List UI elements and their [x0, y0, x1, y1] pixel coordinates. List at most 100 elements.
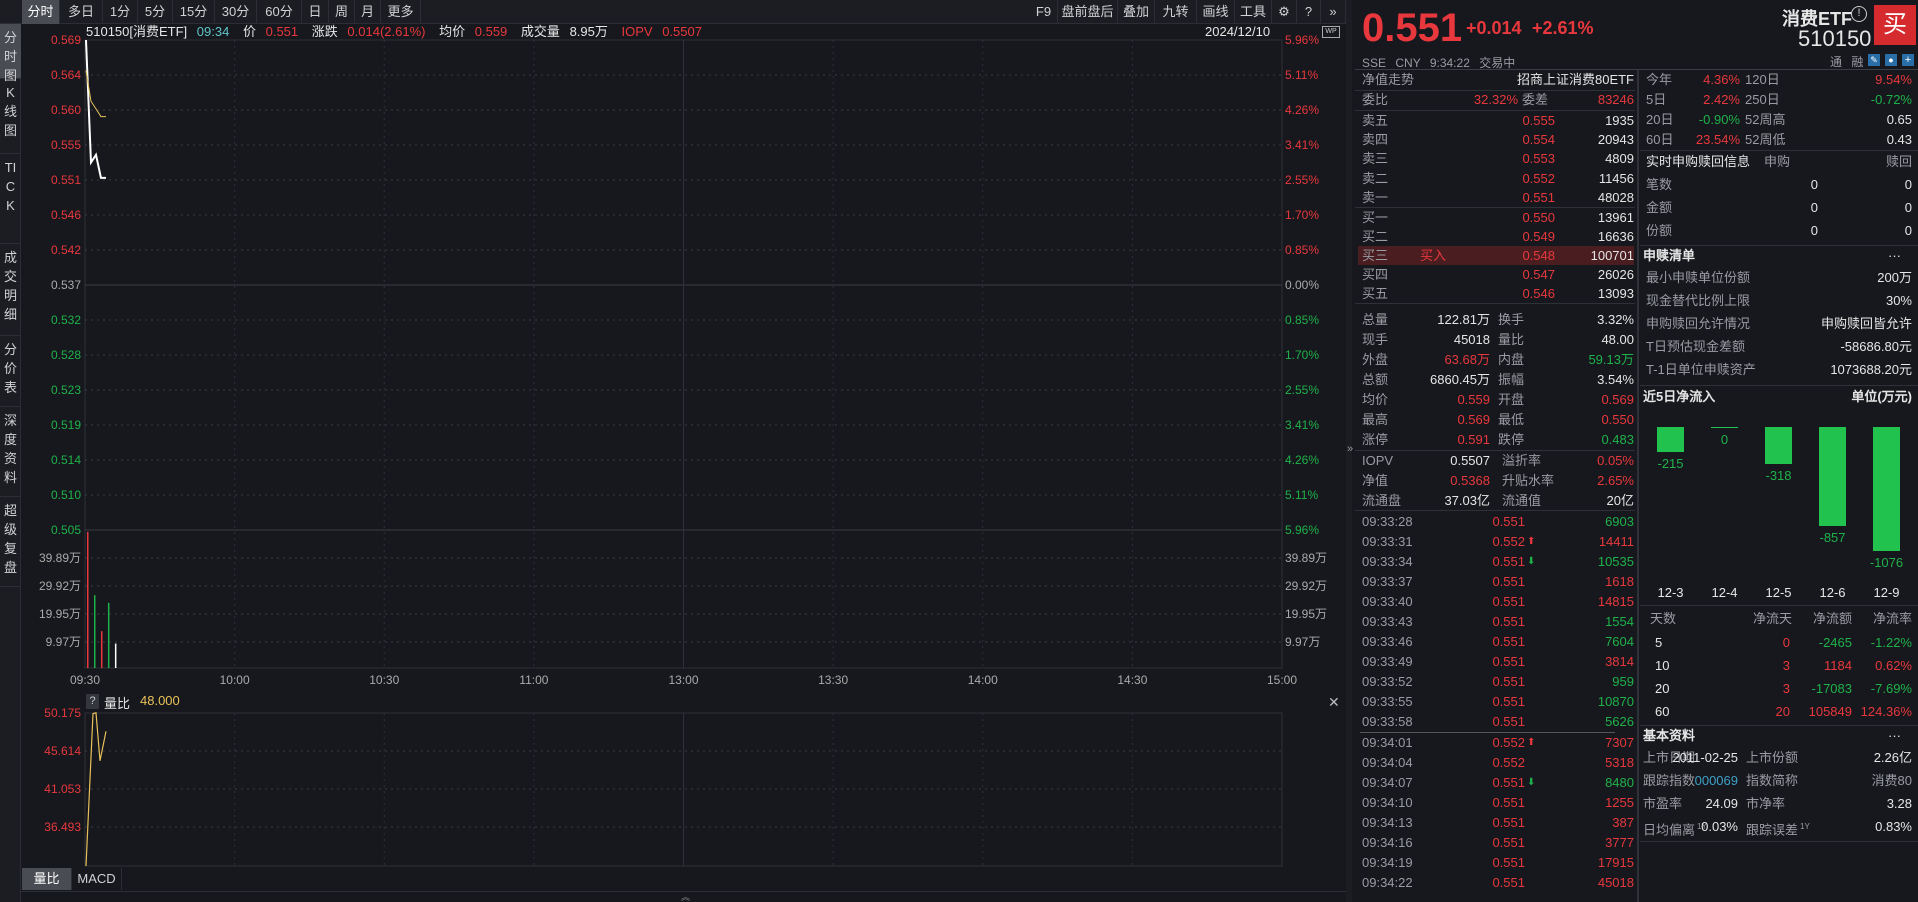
price-tick: 0.519 [51, 418, 81, 432]
return-value: 9.54% [1875, 72, 1912, 87]
etf-stat-value: 0.05% [1597, 453, 1634, 468]
tick-time: 09:34:22 [1362, 875, 1413, 890]
volume-tick: 39.89万 [39, 551, 81, 565]
buy-button[interactable]: 买 [1874, 5, 1916, 45]
more-button[interactable]: ··· [1888, 246, 1901, 266]
inflow-table-header: 天数 [1650, 611, 1677, 626]
volume-tick-right: 9.97万 [1285, 635, 1320, 649]
tag-tong: 通 [1830, 55, 1843, 69]
time-tick: 09:30 [70, 673, 100, 687]
price-tick: 0.564 [51, 68, 81, 82]
help-icon[interactable]: ? [86, 694, 99, 709]
net-inflow-title: 近5日净流入 [1643, 389, 1716, 404]
price-tick: 0.546 [51, 208, 81, 222]
ask-label: 卖二 [1362, 170, 1389, 186]
pct-tick: 3.41% [1285, 418, 1319, 432]
add-icon[interactable]: + [1902, 54, 1914, 66]
volume-tick-right: 39.89万 [1285, 551, 1327, 565]
tick-time: 09:33:52 [1362, 674, 1413, 689]
intraday-chart[interactable]: 0.569 5.96% 0.564 5.11% 0.560 4.26% 0.555 3.41%… [0, 0, 1350, 902]
bell-icon[interactable]: ● [1885, 54, 1897, 66]
tick-time: 09:33:55 [1362, 694, 1413, 709]
sr-list-value: 申购赎回皆允许 [1820, 316, 1912, 331]
tick-time: 09:34:16 [1362, 835, 1413, 850]
bid-label: 买一 [1362, 210, 1389, 225]
stat-value: 122.81万 [1437, 312, 1490, 327]
tick-volume: 5318 [1605, 755, 1634, 770]
price-tick: 0.542 [51, 243, 81, 257]
stat-value: 0.483 [1601, 432, 1634, 447]
tick-price: 0.551 [1492, 855, 1525, 870]
tick-time: 09:33:43 [1362, 614, 1413, 629]
stat-label: 外盘 [1362, 352, 1389, 367]
tick-price: 0.551 [1492, 795, 1525, 810]
return-label: 52周低 [1745, 132, 1786, 147]
etf-stat-value: 0.5507 [1450, 453, 1490, 468]
inflow-rate: 0.62% [1875, 658, 1912, 673]
bid-label: 买四 [1362, 267, 1389, 282]
inflow-date: 12-5 [1765, 585, 1792, 600]
pct-tick: 4.26% [1285, 103, 1319, 117]
sub-tab-1[interactable]: MACD [72, 868, 122, 890]
tick-price: 0.551 [1492, 554, 1525, 569]
ask-volume: 48028 [1597, 189, 1634, 205]
stat-value: 0.569 [1601, 392, 1634, 407]
price-tick: 0.528 [51, 348, 81, 362]
more-button[interactable]: ··· [1888, 726, 1901, 746]
volume-bar [114, 643, 117, 668]
tick-time: 09:33:49 [1362, 654, 1413, 669]
time-tick: 10:30 [369, 673, 399, 687]
sub-chart-title: 量比 [104, 696, 131, 711]
nav-trend-link: 净值走势 [1362, 72, 1415, 87]
tick-price: 0.551 [1492, 775, 1525, 790]
sr-list-label: 现金替代比例上限 [1646, 293, 1751, 308]
sub-tab-0[interactable]: 量比 [22, 868, 72, 890]
inflow-date: 12-4 [1711, 585, 1738, 600]
stat-label: 量比 [1498, 332, 1525, 347]
stat-label: 涨停 [1362, 432, 1389, 447]
basic-value: 0.03% [1701, 819, 1738, 834]
tick-price: 0.551 [1492, 674, 1525, 689]
sr-label: 份额 [1646, 223, 1673, 238]
time-tick: 15:00 [1267, 673, 1297, 687]
inflow-date: 12-3 [1657, 585, 1684, 600]
stat-value: 0.569 [1457, 412, 1490, 427]
pct-tick: 0.85% [1285, 243, 1319, 257]
net-inflow-unit: 单位(万元) [1851, 389, 1912, 404]
ratio-tick: 45.614 [44, 744, 81, 758]
last-price: 0.551 [1362, 6, 1463, 50]
etf-stat-value: 0.5368 [1450, 473, 1490, 488]
info-icon[interactable]: ! [1851, 6, 1867, 22]
tick-volume: 7307 [1605, 735, 1634, 750]
quote-time: 9:34:22 [1429, 56, 1470, 70]
stat-value: 3.54% [1597, 372, 1634, 387]
basic-value: 2011-02-25 [1672, 750, 1738, 765]
pct-tick: 5.11% [1285, 488, 1318, 502]
basic-label: 跟踪误差 1Y [1746, 822, 1810, 838]
edit-icon[interactable]: ✎ [1868, 54, 1880, 66]
tick-volume: 5626 [1605, 714, 1634, 729]
stat-value: 48.00 [1601, 332, 1634, 347]
tick-volume: 17915 [1597, 855, 1634, 870]
buy-in-tag: 买入 [1420, 248, 1447, 263]
basic-value: 000069 [1694, 773, 1738, 788]
return-value: 4.36% [1703, 72, 1740, 87]
inflow-bar-label: -215 [1657, 455, 1684, 471]
subscribe-header: 申购 [1763, 154, 1790, 169]
sr-list-value: 200万 [1877, 270, 1912, 285]
expand-panel-icon[interactable]: » [1347, 443, 1353, 455]
inflow-net-days: 3 [1782, 658, 1790, 673]
tick-volume: 3777 [1605, 835, 1634, 850]
bid-label: 买三 [1362, 248, 1389, 263]
inflow-net-days: 0 [1782, 635, 1790, 650]
inflow-bar-label: -1076 [1869, 555, 1904, 570]
close-subchart-icon[interactable]: ✕ [1328, 694, 1340, 711]
collapse-handle-icon[interactable]: ︽ [21, 891, 1350, 902]
basic-label: 市净率 [1746, 796, 1786, 811]
tick-time: 09:34:19 [1362, 855, 1413, 870]
stat-label: 现手 [1362, 332, 1389, 347]
price-tick: 0.551 [51, 173, 81, 187]
return-value: -0.72% [1870, 92, 1912, 107]
ask-label: 卖四 [1362, 132, 1389, 148]
pct-tick: 1.70% [1285, 348, 1319, 362]
